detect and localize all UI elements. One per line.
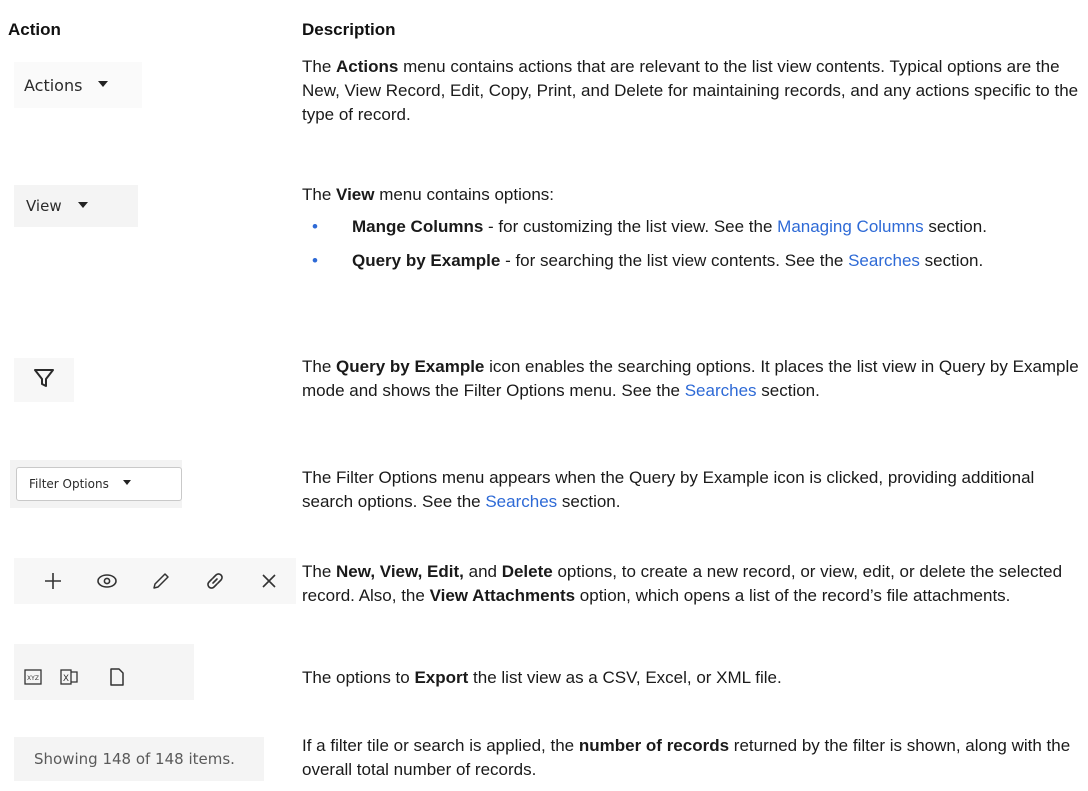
text: The	[302, 57, 337, 76]
text: and	[463, 562, 502, 581]
bold-term: Mange Columns	[352, 217, 484, 236]
filter-options-label: Filter Options	[29, 477, 109, 491]
record-count-thumbnail: Showing 148 of 148 items.	[14, 737, 264, 781]
text: The	[302, 185, 337, 204]
text: The options to	[302, 668, 415, 687]
actions-menu-label: Actions	[24, 75, 83, 95]
record-actions-description: The New, View, Edit, and Delete options,…	[302, 560, 1082, 608]
text: section.	[919, 251, 984, 270]
text: The	[302, 562, 337, 581]
searches-link[interactable]: Searches	[848, 251, 920, 270]
managing-columns-link[interactable]: Managing Columns	[777, 217, 923, 236]
record-count-description: If a filter tile or search is applied, t…	[302, 734, 1082, 782]
description-column-header: Description	[302, 20, 396, 39]
text: menu contains actions that are relevant …	[302, 57, 1079, 124]
view-description: The View menu contains options: • Mange …	[302, 183, 1082, 273]
text: - for customizing the list view. See the	[483, 217, 778, 236]
bullet-dot: •	[312, 217, 318, 236]
bold-term: Delete	[501, 562, 553, 581]
close-icon	[244, 558, 294, 604]
record-count-text: Showing 148 of 148 items.	[34, 750, 235, 768]
caret-down-icon	[122, 480, 131, 485]
action-column-header: Action	[8, 20, 61, 39]
text: section.	[756, 381, 820, 400]
pencil-icon	[136, 558, 186, 604]
export-excel-icon: X	[52, 662, 86, 692]
bold-term: View Attachments	[429, 586, 576, 605]
searches-link[interactable]: Searches	[485, 492, 557, 511]
text: section.	[923, 217, 987, 236]
eye-icon	[82, 558, 132, 604]
bold-term: Actions	[336, 57, 399, 76]
filter-options-description: The Filter Options menu appears when the…	[302, 466, 1082, 514]
bold-term: Query by Example	[336, 357, 485, 376]
text: section.	[557, 492, 621, 511]
plus-icon	[28, 558, 78, 604]
text: menu contains options:	[374, 185, 555, 204]
export-xml-icon: XYZ	[16, 662, 50, 692]
excel-icon-text: X	[63, 674, 69, 684]
caret-down-icon	[98, 80, 109, 87]
link-icon	[190, 558, 240, 604]
query-by-example-description: The Query by Example icon enables the se…	[302, 355, 1082, 403]
xml-icon-text: XYZ	[27, 675, 39, 682]
export-description: The options to Export the list view as a…	[302, 666, 1082, 690]
filter-options-thumbnail: Filter Options	[10, 460, 182, 508]
bold-term: New, View, Edit,	[336, 562, 464, 581]
bullet-query-by-example: • Query by Example - for searching the l…	[302, 249, 1082, 273]
text: the list view as a CSV, Excel, or XML fi…	[468, 668, 782, 687]
filter-funnel-icon	[33, 367, 55, 393]
actions-description: The Actions menu contains actions that a…	[302, 55, 1082, 127]
view-menu-thumbnail: View	[14, 185, 138, 227]
bold-term: number of records	[578, 736, 730, 755]
actions-menu-thumbnail: Actions	[14, 62, 142, 108]
bold-term: View	[336, 185, 375, 204]
text: option, which opens a list of the record…	[575, 586, 1011, 605]
record-actions-thumbnail	[14, 558, 296, 604]
view-menu-label: View	[26, 197, 62, 215]
bold-term: Export	[414, 668, 469, 687]
bullet-dot: •	[312, 251, 318, 270]
text: If a filter tile or search is applied, t…	[302, 736, 579, 755]
filter-options-dropdown: Filter Options	[16, 467, 182, 501]
query-by-example-thumbnail	[14, 358, 74, 402]
export-csv-icon	[100, 662, 134, 692]
text: - for searching the list view contents. …	[500, 251, 849, 270]
export-thumbnail: XYZ X	[14, 644, 194, 700]
text: The Filter Options menu appears when the…	[302, 468, 1035, 511]
text: The	[302, 357, 337, 376]
bold-term: Query by Example	[352, 251, 501, 270]
bullet-manage-columns: • Mange Columns - for customizing the li…	[302, 215, 1082, 239]
caret-down-icon	[77, 201, 88, 208]
searches-link[interactable]: Searches	[685, 381, 757, 400]
